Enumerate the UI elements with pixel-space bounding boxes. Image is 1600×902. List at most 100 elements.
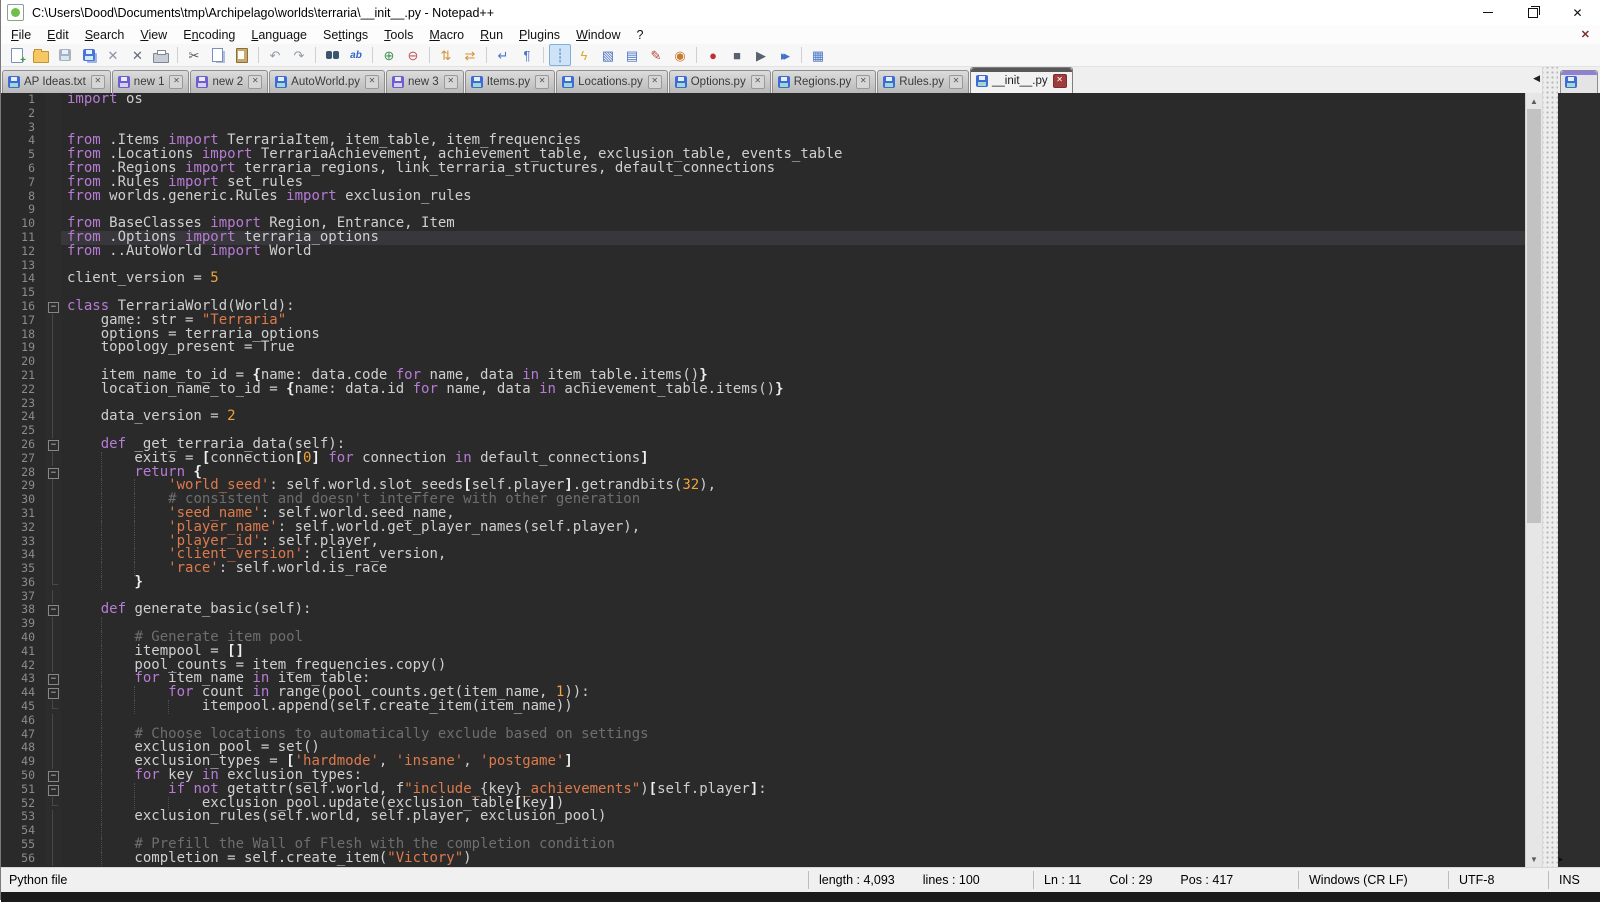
code-line[interactable]: 12from ..AutoWorld import World	[1, 245, 1525, 259]
edit-pencil-icon[interactable]: ✎	[645, 44, 667, 66]
menu-item-edit[interactable]: Edit	[39, 27, 77, 43]
menu-item-settings[interactable]: Settings	[315, 27, 376, 43]
macro-run-multiple-icon[interactable]: ▸▸	[774, 44, 796, 66]
menu-item-tools[interactable]: Tools	[376, 27, 421, 43]
close-all-icon[interactable]: ✕	[126, 44, 148, 66]
save-all-icon[interactable]	[78, 44, 100, 66]
macro-save-icon[interactable]: ▦	[807, 44, 829, 66]
restore-button[interactable]	[1510, 0, 1555, 25]
fold-margin[interactable]: −	[45, 686, 61, 700]
scroll-up-arrow[interactable]: ▲	[1526, 93, 1542, 109]
zoom-out-icon[interactable]: ⊖	[402, 44, 424, 66]
code-line[interactable]: 38− def generate_basic(self):	[1, 603, 1525, 617]
fold-collapse-icon[interactable]: −	[48, 468, 59, 479]
tab-close-icon[interactable]: ✕	[248, 75, 262, 89]
fold-collapse-icon[interactable]: −	[48, 785, 59, 796]
cut-icon[interactable]: ✂	[183, 44, 205, 66]
tab-close-icon[interactable]: ✕	[751, 75, 765, 89]
paste-icon[interactable]	[231, 44, 253, 66]
code-line[interactable]: 35 'race': self.world.is_race	[1, 562, 1525, 576]
zoom-in-icon[interactable]: ⊕	[378, 44, 400, 66]
doc-list-icon[interactable]: ▤	[621, 44, 643, 66]
fold-margin[interactable]: −	[45, 466, 61, 480]
fold-collapse-icon[interactable]: −	[48, 440, 59, 451]
close-button[interactable]: ✕	[1555, 0, 1600, 25]
tab-locations-py[interactable]: Locations.py✕	[556, 70, 668, 93]
tab-close-icon[interactable]: ✕	[169, 75, 183, 89]
fold-collapse-icon[interactable]: −	[48, 674, 59, 685]
new-file-icon[interactable]	[6, 44, 28, 66]
function-list-icon[interactable]: ϟ	[573, 44, 595, 66]
code-line[interactable]: 56 completion = self.create_item("Victor…	[1, 852, 1525, 866]
redo-icon[interactable]: ↷	[288, 44, 310, 66]
tab-new-1[interactable]: new 1✕	[112, 70, 190, 93]
second-view-tab[interactable]	[1560, 70, 1598, 93]
print-icon[interactable]	[150, 44, 172, 66]
close-document-x-button[interactable]: ✕	[1571, 28, 1600, 41]
tab-close-icon[interactable]: ✕	[1053, 74, 1067, 88]
code-line[interactable]: 13	[1, 259, 1525, 273]
tab-close-icon[interactable]: ✕	[648, 75, 662, 89]
status-insert-mode[interactable]: INS	[1548, 871, 1600, 889]
menu-item-[interactable]: ?	[629, 27, 652, 43]
macro-play-icon[interactable]: ▶	[750, 44, 772, 66]
menu-item-run[interactable]: Run	[472, 27, 511, 43]
code-line[interactable]: 1import os	[1, 93, 1525, 107]
copy-icon[interactable]	[207, 44, 229, 66]
word-wrap-icon[interactable]: ↵	[492, 44, 514, 66]
indent-guide-icon[interactable]: ┊	[549, 44, 571, 66]
menu-item-window[interactable]: Window	[568, 27, 628, 43]
tab-options-py[interactable]: Options.py✕	[669, 70, 771, 93]
code-line[interactable]: 22 location_name_to_id = {name: data.id …	[1, 383, 1525, 397]
fold-margin[interactable]: −	[45, 603, 61, 617]
undo-icon[interactable]: ↶	[264, 44, 286, 66]
tab--init-py[interactable]: __init__.py✕	[970, 67, 1073, 93]
macro-stop-icon[interactable]: ■	[726, 44, 748, 66]
code-line[interactable]: 45 itempool.append(self.create_item(item…	[1, 700, 1525, 714]
panel-splitter-grip[interactable]	[1542, 67, 1558, 867]
code-line[interactable]: 24 data_version = 2	[1, 410, 1525, 424]
save-icon[interactable]	[54, 44, 76, 66]
code-line[interactable]: 2	[1, 107, 1525, 121]
sync-scroll-vertical-icon[interactable]: ⇅	[435, 44, 457, 66]
show-all-chars-icon[interactable]: ¶	[516, 44, 538, 66]
code-line[interactable]: 8from worlds.generic.Rules import exclus…	[1, 190, 1525, 204]
scrollbar-thumb[interactable]	[1527, 109, 1541, 523]
fold-collapse-icon[interactable]: −	[48, 688, 59, 699]
code-line[interactable]: 19 topology_present = True	[1, 341, 1525, 355]
tab-close-icon[interactable]: ✕	[949, 75, 963, 89]
tab-new-3[interactable]: new 3✕	[386, 70, 464, 93]
scrollbar-track[interactable]	[1526, 109, 1542, 851]
vertical-scrollbar[interactable]: ▲ ▼	[1525, 93, 1542, 867]
code-line[interactable]: 14client_version = 5	[1, 272, 1525, 286]
find-icon[interactable]	[321, 44, 343, 66]
minimize-button[interactable]	[1465, 0, 1510, 25]
code-line[interactable]: 27 exits = [connection[0] for connection…	[1, 452, 1525, 466]
tab-scroll-left-arrow[interactable]: ◀	[1533, 73, 1540, 84]
doc-map-icon[interactable]: ▧	[597, 44, 619, 66]
menu-item-file[interactable]: File	[3, 27, 39, 43]
menu-item-language[interactable]: Language	[243, 27, 315, 43]
menu-item-macro[interactable]: Macro	[421, 27, 472, 43]
fold-margin[interactable]: −	[45, 672, 61, 686]
tab-items-py[interactable]: Items.py✕	[465, 70, 555, 93]
tab-close-icon[interactable]: ✕	[365, 75, 379, 89]
status-encoding[interactable]: UTF-8	[1448, 871, 1548, 889]
fold-margin[interactable]: −	[45, 300, 61, 314]
tab-autoworld-py[interactable]: AutoWorld.py✕	[269, 70, 385, 93]
second-view-editor[interactable]: ▸	[1558, 93, 1600, 867]
code-line[interactable]: 53 exclusion_rules(self.world, self.play…	[1, 810, 1525, 824]
tab-rules-py[interactable]: Rules.py✕	[877, 70, 969, 93]
replace-icon[interactable]: ab	[345, 44, 367, 66]
fold-collapse-icon[interactable]: −	[48, 605, 59, 616]
menu-item-search[interactable]: Search	[77, 27, 133, 43]
fold-margin[interactable]: −	[45, 783, 61, 797]
tab-new-2[interactable]: new 2✕	[190, 70, 268, 93]
tab-close-icon[interactable]: ✕	[444, 75, 458, 89]
code-line[interactable]: 36 }	[1, 576, 1525, 590]
tab-close-icon[interactable]: ✕	[91, 75, 105, 89]
fold-collapse-icon[interactable]: −	[48, 302, 59, 313]
tab-close-icon[interactable]: ✕	[535, 75, 549, 89]
second-view-scroll-arrow[interactable]: ▸	[1559, 854, 1564, 865]
fold-margin[interactable]: −	[45, 438, 61, 452]
